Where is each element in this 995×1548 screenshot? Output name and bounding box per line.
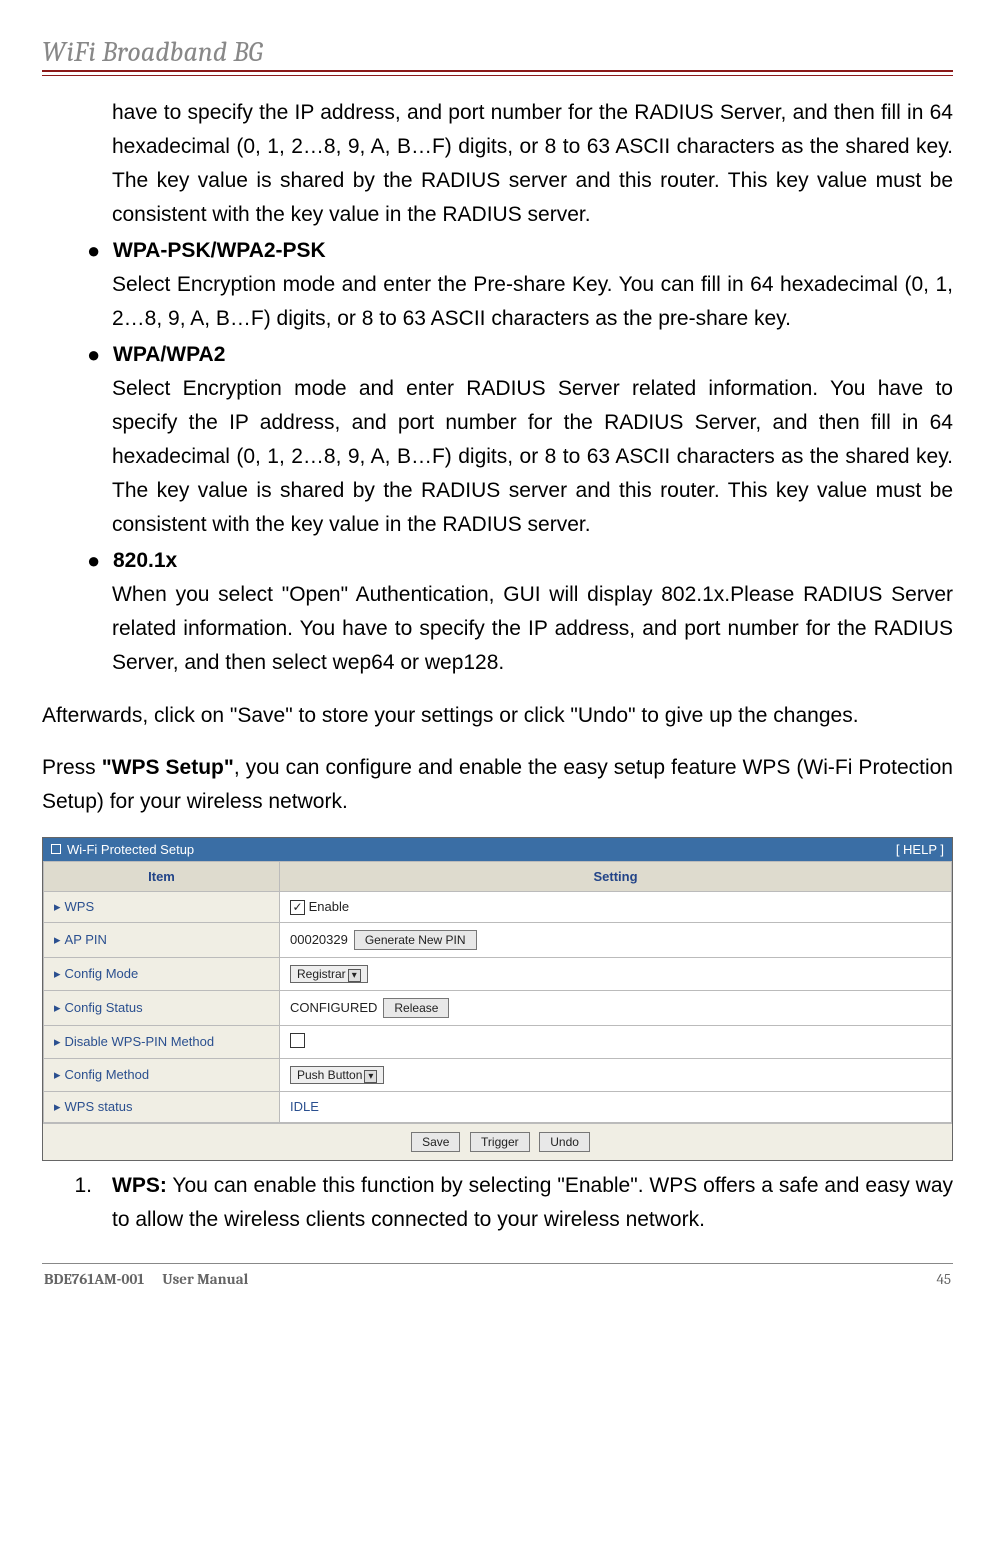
bullet2-heading: WPA/WPA2 bbox=[113, 338, 225, 372]
table-row: ▸ AP PIN 00020329 Generate New PIN bbox=[44, 922, 952, 957]
config-mode-select[interactable]: Registrar▾ bbox=[290, 965, 368, 983]
panel-icon bbox=[51, 844, 61, 854]
wps-settings-table: Item Setting ▸ WPS ✓ Enable ▸ AP PIN 00020… bbox=[43, 861, 952, 1123]
table-header-row: Item Setting bbox=[44, 861, 952, 891]
trigger-button[interactable]: Trigger bbox=[470, 1132, 530, 1152]
footer-code: BDE761AM-001 bbox=[44, 1270, 144, 1288]
config-status-value: CONFIGURED bbox=[290, 1000, 377, 1015]
generate-new-pin-button[interactable]: Generate New PIN bbox=[354, 930, 477, 950]
row-marker-icon: ▸ bbox=[54, 1099, 61, 1114]
row-marker-icon: ▸ bbox=[54, 1034, 61, 1049]
bullet-icon: ● bbox=[87, 338, 113, 372]
wps-label-bold: WPS: bbox=[112, 1174, 167, 1197]
row-marker-icon: ▸ bbox=[54, 1067, 61, 1082]
row-label-wps: WPS bbox=[65, 899, 95, 914]
wps-item-text: You can enable this function by selectin… bbox=[112, 1174, 953, 1231]
table-row: ▸ Config Method Push Button▾ bbox=[44, 1058, 952, 1091]
panel-title: Wi-Fi Protected Setup bbox=[67, 842, 194, 857]
row-label-disable-wps-pin: Disable WPS-PIN Method bbox=[65, 1034, 215, 1049]
table-row: ▸ WPS ✓ Enable bbox=[44, 891, 952, 922]
table-row: ▸ Config Mode Registrar▾ bbox=[44, 957, 952, 990]
footer-label: User Manual bbox=[162, 1270, 248, 1288]
wps-setup-screenshot: Wi-Fi Protected Setup [ HELP ] Item Sett… bbox=[42, 837, 953, 1161]
chevron-down-icon: ▾ bbox=[364, 1070, 377, 1083]
ap-pin-value: 00020329 bbox=[290, 932, 348, 947]
save-button[interactable]: Save bbox=[411, 1132, 460, 1152]
wps-status-value: IDLE bbox=[280, 1091, 952, 1122]
bullet1-heading: WPA-PSK/WPA2-PSK bbox=[113, 234, 326, 268]
row-label-config-mode: Config Mode bbox=[65, 966, 139, 981]
bullet3-body: When you select "Open" Authentication, G… bbox=[42, 578, 953, 680]
numbered-list-item: 1. WPS: You can enable this function by … bbox=[42, 1169, 953, 1237]
row-marker-icon: ▸ bbox=[54, 966, 61, 981]
wps-enable-checkbox[interactable]: ✓ bbox=[290, 900, 305, 915]
press-prefix: Press bbox=[42, 756, 102, 779]
afterwards-paragraph: Afterwards, click on "Save" to store you… bbox=[42, 699, 953, 733]
config-mode-value: Registrar bbox=[297, 967, 346, 981]
row-label-config-status: Config Status bbox=[65, 1000, 143, 1015]
table-row: ▸ Config Status CONFIGURED Release bbox=[44, 990, 952, 1025]
row-label-wps-status: WPS status bbox=[65, 1099, 133, 1114]
row-label-config-method: Config Method bbox=[65, 1067, 150, 1082]
row-marker-icon: ▸ bbox=[54, 1000, 61, 1015]
config-method-value: Push Button bbox=[297, 1068, 362, 1082]
doc-header-title: WiFi Broadband BG bbox=[42, 36, 953, 70]
page-footer: BDE761AM-001 User Manual 45 bbox=[42, 1263, 953, 1288]
table-row: ▸ Disable WPS-PIN Method bbox=[44, 1025, 952, 1058]
button-bar: Save Trigger Undo bbox=[43, 1123, 952, 1160]
disable-wps-pin-checkbox[interactable] bbox=[290, 1033, 305, 1048]
press-wps-paragraph: Press "WPS Setup", you can configure and… bbox=[42, 751, 953, 819]
row-marker-icon: ▸ bbox=[54, 899, 61, 914]
bullet3-heading: 820.1x bbox=[113, 544, 177, 578]
release-button[interactable]: Release bbox=[383, 998, 449, 1018]
chevron-down-icon: ▾ bbox=[348, 969, 361, 982]
row-marker-icon: ▸ bbox=[54, 932, 61, 947]
panel-titlebar: Wi-Fi Protected Setup [ HELP ] bbox=[43, 838, 952, 861]
header-divider bbox=[42, 70, 953, 76]
page-number: 45 bbox=[936, 1270, 951, 1288]
table-row: ▸ WPS status IDLE bbox=[44, 1091, 952, 1122]
bullet-icon: ● bbox=[87, 544, 113, 578]
help-link[interactable]: [ HELP ] bbox=[896, 842, 944, 857]
lead-paragraph: have to specify the IP address, and port… bbox=[42, 96, 953, 232]
wps-enable-label: Enable bbox=[309, 899, 349, 914]
config-method-select[interactable]: Push Button▾ bbox=[290, 1066, 384, 1084]
row-label-appin: AP PIN bbox=[65, 932, 107, 947]
col-header-setting: Setting bbox=[280, 861, 952, 891]
bullet1-body: Select Encryption mode and enter the Pre… bbox=[42, 268, 953, 336]
bullet2-body: Select Encryption mode and enter RADIUS … bbox=[42, 372, 953, 542]
list-number: 1. bbox=[42, 1169, 112, 1237]
col-header-item: Item bbox=[44, 861, 280, 891]
bullet-icon: ● bbox=[87, 234, 113, 268]
undo-button[interactable]: Undo bbox=[539, 1132, 590, 1152]
press-bold: "WPS Setup" bbox=[102, 756, 234, 779]
